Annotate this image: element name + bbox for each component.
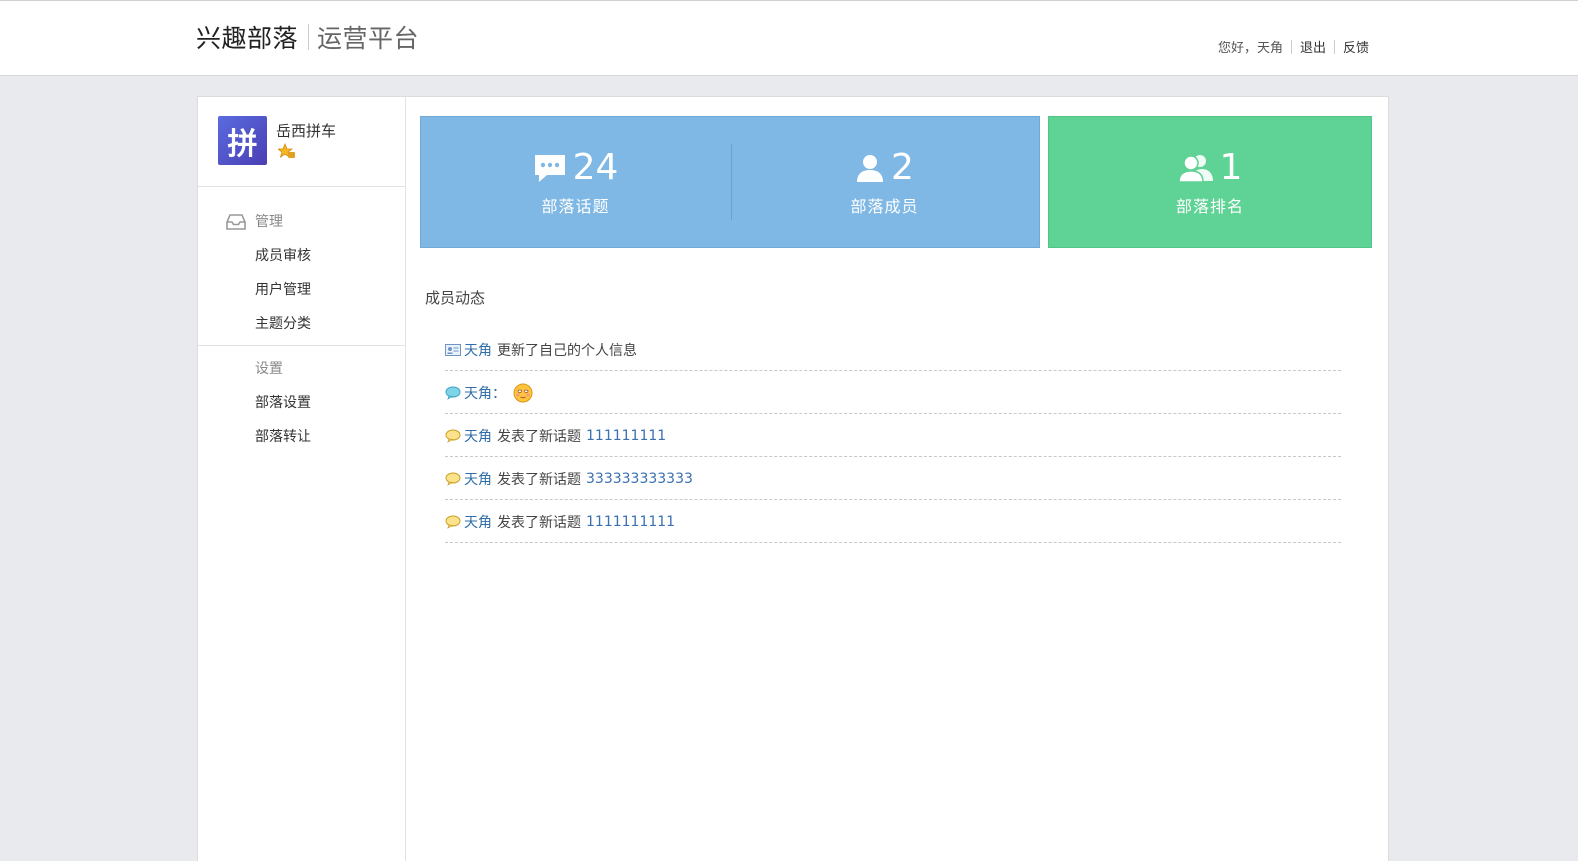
activity-feed: 天角 更新了自己的个人信息 天角： 天角 发表了新话题 111111111 天角… (445, 328, 1341, 543)
feed-text: 发表了新话题 (497, 429, 581, 445)
brand-name: 兴趣部落 (196, 24, 299, 53)
comment-blue-icon (445, 386, 461, 400)
stat-ranking-value: 1 (1219, 147, 1243, 188)
sidebar: 拼 岳西拼车 管理 成员审核 用户管理 主题分类 设置 部落设置 部落转让 (198, 97, 406, 861)
feed-user-link[interactable]: 天角 (464, 469, 492, 489)
brand-divider (308, 24, 310, 50)
feed-user-link[interactable]: 天角： (464, 383, 506, 403)
main-panel: 拼 岳西拼车 管理 成员审核 用户管理 主题分类 设置 部落设置 部落转让 24… (197, 96, 1389, 861)
stat-divider (731, 144, 732, 220)
stat-members[interactable]: 2 部落成员 (730, 117, 1039, 247)
user-bar: 您好，天角 退出 反馈 (1218, 37, 1369, 56)
divider (1290, 39, 1292, 54)
feed-user-link[interactable]: 天角 (464, 340, 492, 360)
menu-title-label: 管理 (255, 214, 283, 230)
menu-title-settings: 设置 (198, 352, 405, 386)
stat-ranking-label: 部落排名 (1175, 197, 1244, 216)
menu-group-manage: 管理 成员审核 用户管理 主题分类 (198, 187, 405, 341)
stats-row: 24 部落话题 2 部落成员 1 部落排名 (420, 116, 1372, 248)
feed-topic-link[interactable]: 111111111 (586, 428, 666, 444)
list-item: 天角 发表了新话题 111111111 (445, 414, 1341, 457)
stat-topics[interactable]: 24 部落话题 (421, 117, 730, 247)
menu-item-member-review[interactable]: 成员审核 (198, 239, 405, 273)
menu-item-topic-categories[interactable]: 主题分类 (198, 307, 405, 341)
stat-topics-label: 部落话题 (541, 197, 610, 216)
stat-members-value: 2 (891, 147, 914, 188)
people-icon (1177, 155, 1213, 183)
stat-ranking[interactable]: 1 部落排名 (1048, 116, 1372, 248)
tribe-header: 拼 岳西拼车 (198, 97, 405, 187)
activity-title: 成员动态 (425, 289, 486, 307)
list-item: 天角 更新了自己的个人信息 (445, 328, 1341, 371)
menu-item-user-management[interactable]: 用户管理 (198, 273, 405, 307)
user-greeting: 您好，天角 (1217, 41, 1283, 56)
tribe-name: 岳西拼车 (276, 122, 337, 140)
stat-topics-value: 24 (572, 147, 619, 188)
menu-title-manage: 管理 (198, 205, 405, 239)
feedback-link[interactable]: 反馈 (1343, 37, 1369, 56)
logout-link[interactable]: 退出 (1300, 37, 1326, 56)
feed-text: 发表了新话题 (497, 515, 581, 531)
top-header: 兴趣部落 运营平台 您好，天角 退出 反馈 (0, 0, 1578, 76)
level-star-icon (278, 143, 295, 158)
person-icon (857, 155, 884, 182)
feed-user-link[interactable]: 天角 (464, 512, 492, 532)
inbox-icon (226, 214, 246, 230)
menu-item-tribe-settings[interactable]: 部落设置 (198, 386, 405, 420)
feed-text: 发表了新话题 (497, 472, 581, 488)
comment-yellow-icon (445, 472, 461, 486)
list-item: 天角 发表了新话题 1111111111 (445, 500, 1341, 543)
profile-card-icon (445, 344, 461, 356)
smiley-emoji-icon (513, 383, 533, 403)
feed-user-link[interactable]: 天角 (464, 426, 492, 446)
brand: 兴趣部落 运营平台 (196, 20, 419, 54)
feed-text: 更新了自己的个人信息 (497, 343, 637, 359)
list-item: 天角 发表了新话题 333333333333 (445, 457, 1341, 500)
brand-subtitle: 运营平台 (317, 24, 420, 53)
menu-title-label: 设置 (255, 361, 283, 377)
avatar-glyph: 拼 (227, 126, 258, 162)
comment-yellow-icon (445, 429, 461, 443)
list-item: 天角： (445, 371, 1341, 414)
divider (1333, 39, 1335, 54)
stat-members-label: 部落成员 (850, 197, 919, 216)
comment-yellow-icon (445, 515, 461, 529)
menu-group-settings: 设置 部落设置 部落转让 (198, 352, 405, 454)
feed-topic-link[interactable]: 1111111111 (586, 514, 675, 530)
chat-bubble-icon (534, 155, 565, 182)
feed-topic-link[interactable]: 333333333333 (586, 471, 693, 487)
menu-item-tribe-transfer[interactable]: 部落转让 (198, 420, 405, 454)
tribe-avatar[interactable]: 拼 (218, 116, 267, 165)
menu-divider (198, 345, 405, 346)
stats-card-blue: 24 部落话题 2 部落成员 (420, 116, 1040, 248)
